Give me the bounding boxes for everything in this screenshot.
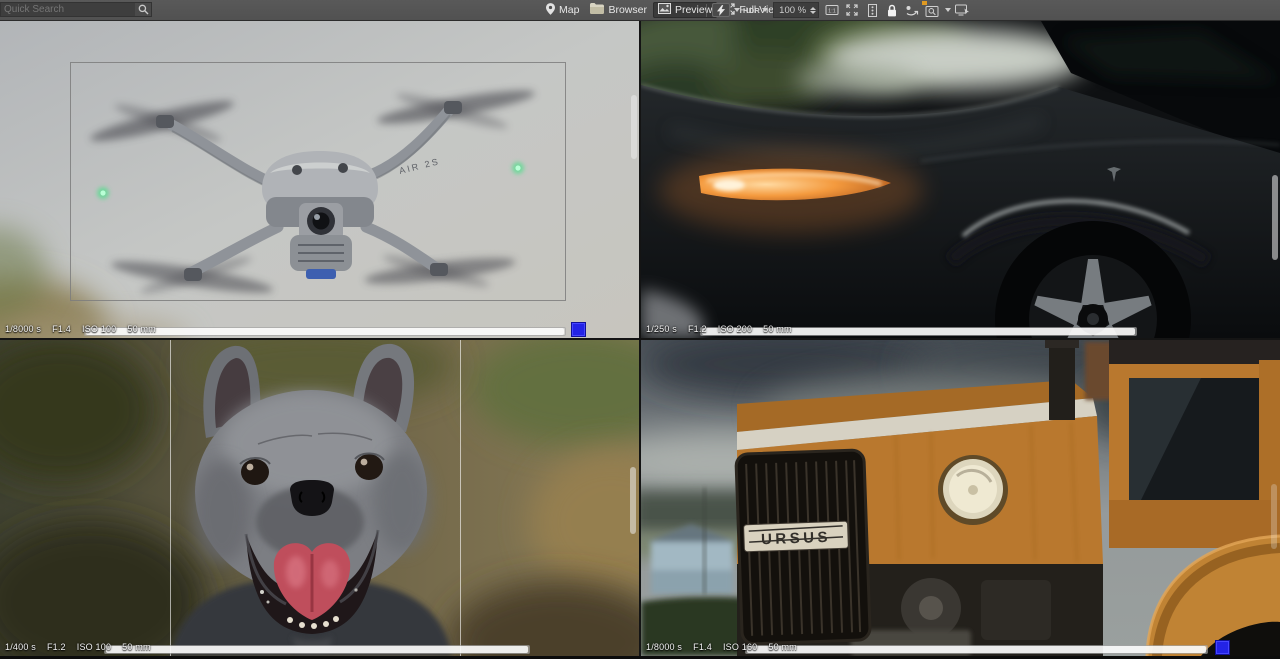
vertical-scrollbar[interactable] <box>631 95 637 159</box>
display-controls-group: HDR 100 % 1:1 <box>703 0 971 20</box>
exif-focal-length: 50 mm <box>768 642 797 652</box>
vertical-scrollbar[interactable] <box>1271 484 1277 549</box>
preview-pane-dog[interactable]: 1/400 s F1.2 ISO 100 50 mm <box>0 340 639 656</box>
zoom-level-value: 100 % <box>779 5 806 16</box>
preview-pane-drone[interactable]: AIR 2S 1/8000 s F1.4 ISO 100 50 mm <box>0 21 639 338</box>
exif-iso: ISO 200 <box>718 324 752 334</box>
sync-pan-icon <box>905 5 919 16</box>
actual-size-button[interactable]: 1:1 <box>823 2 841 18</box>
zoom-level-spinner[interactable]: 100 % <box>773 2 819 18</box>
exif-overlay: 1/8000 s F1.4 ISO 160 50 mm <box>646 642 797 652</box>
horizontal-scrollbar[interactable] <box>104 645 530 654</box>
exif-shutter: 1/8000 s <box>5 324 41 334</box>
exif-focal-length: 50 mm <box>763 324 792 334</box>
horizontal-scrollbar[interactable] <box>84 327 566 336</box>
search-input[interactable] <box>1 4 135 15</box>
flash-dropdown-caret[interactable] <box>734 8 740 12</box>
vertical-scrollbar[interactable] <box>630 467 636 534</box>
photo-dog <box>0 340 639 656</box>
exif-aperture: F1.4 <box>52 324 71 334</box>
crop-guide-left[interactable] <box>170 340 171 656</box>
horizontal-scrollbar-thumb[interactable] <box>747 646 1206 653</box>
exif-overlay: 1/250 s F1.2 ISO 200 50 mm <box>646 324 792 334</box>
exif-iso: ISO 160 <box>723 642 757 652</box>
exif-overlay: 1/400 s F1.2 ISO 100 50 mm <box>5 642 151 652</box>
preview-pane-tractor[interactable]: URSUS 1/8000 s F1.4 <box>641 340 1280 656</box>
map-button[interactable]: Map <box>541 2 584 18</box>
browser-label: Browser <box>608 4 647 16</box>
lock-zoom-button[interactable] <box>883 2 901 18</box>
zoom-spin-arrows[interactable] <box>810 7 816 14</box>
magnifier-badge <box>922 1 927 5</box>
exif-focal-length: 50 mm <box>127 324 156 334</box>
folder-icon <box>590 3 604 17</box>
exif-aperture: F1.2 <box>47 642 66 652</box>
preview-grid: AIR 2S 1/8000 s F1.4 ISO 100 50 mm <box>0 21 1280 656</box>
map-pin-icon <box>546 3 555 18</box>
ursus-badge: URSUS <box>744 521 849 552</box>
horizontal-scrollbar[interactable] <box>745 645 1208 654</box>
preview-pane-car[interactable]: 1/250 s F1.2 ISO 200 50 mm <box>641 21 1280 338</box>
exif-iso: ISO 100 <box>82 324 116 334</box>
sync-pan-button[interactable] <box>903 2 921 18</box>
lock-icon <box>887 4 897 17</box>
crop-guide-right[interactable] <box>460 340 461 656</box>
photo-tractor: URSUS <box>641 340 1280 656</box>
filmstrip-toggle-button[interactable] <box>863 2 881 18</box>
exif-shutter: 1/400 s <box>5 642 36 652</box>
exif-shutter: 1/8000 s <box>646 642 682 652</box>
hdr-caret <box>762 8 768 12</box>
horizontal-scrollbar-thumb[interactable] <box>86 328 564 335</box>
crop-frame[interactable] <box>70 62 566 301</box>
flash-exposure-button[interactable] <box>712 3 730 17</box>
color-label-blue[interactable] <box>572 323 585 336</box>
color-label-blue[interactable] <box>1216 641 1229 654</box>
exif-overlay: 1/8000 s F1.4 ISO 100 50 mm <box>5 324 156 334</box>
map-label: Map <box>559 4 579 16</box>
browser-button[interactable]: Browser <box>585 2 652 18</box>
external-display-button[interactable] <box>953 2 971 18</box>
exif-iso: ISO 100 <box>77 642 111 652</box>
flash-icon <box>717 5 725 16</box>
magnifier-panel-icon <box>925 4 939 17</box>
image-icon <box>658 3 671 17</box>
svg-text:1:1: 1:1 <box>828 9 836 15</box>
exif-shutter: 1/250 s <box>646 324 677 334</box>
quick-search-box[interactable] <box>0 2 152 17</box>
search-icon[interactable] <box>135 3 151 16</box>
filmstrip-icon <box>868 4 877 17</box>
magnifier-panel-button[interactable] <box>923 2 941 18</box>
photo-car <box>641 21 1280 338</box>
main-toolbar: Map Browser Preview Full View HDR <box>0 0 1280 21</box>
horizontal-scrollbar-thumb[interactable] <box>106 646 528 653</box>
vertical-scrollbar[interactable] <box>1272 175 1278 260</box>
exif-focal-length: 50 mm <box>122 642 151 652</box>
magnifier-dropdown-caret[interactable] <box>945 8 951 12</box>
hdr-dropdown[interactable]: HDR <box>742 2 769 18</box>
fit-to-window-button[interactable] <box>843 2 861 18</box>
exif-aperture: F1.2 <box>688 324 707 334</box>
fit-to-window-icon <box>846 4 858 16</box>
external-display-icon <box>955 4 970 16</box>
toolbar-separator <box>706 4 707 17</box>
exif-aperture: F1.4 <box>693 642 712 652</box>
actual-size-icon: 1:1 <box>825 4 839 16</box>
hdr-label: HDR <box>743 6 760 15</box>
